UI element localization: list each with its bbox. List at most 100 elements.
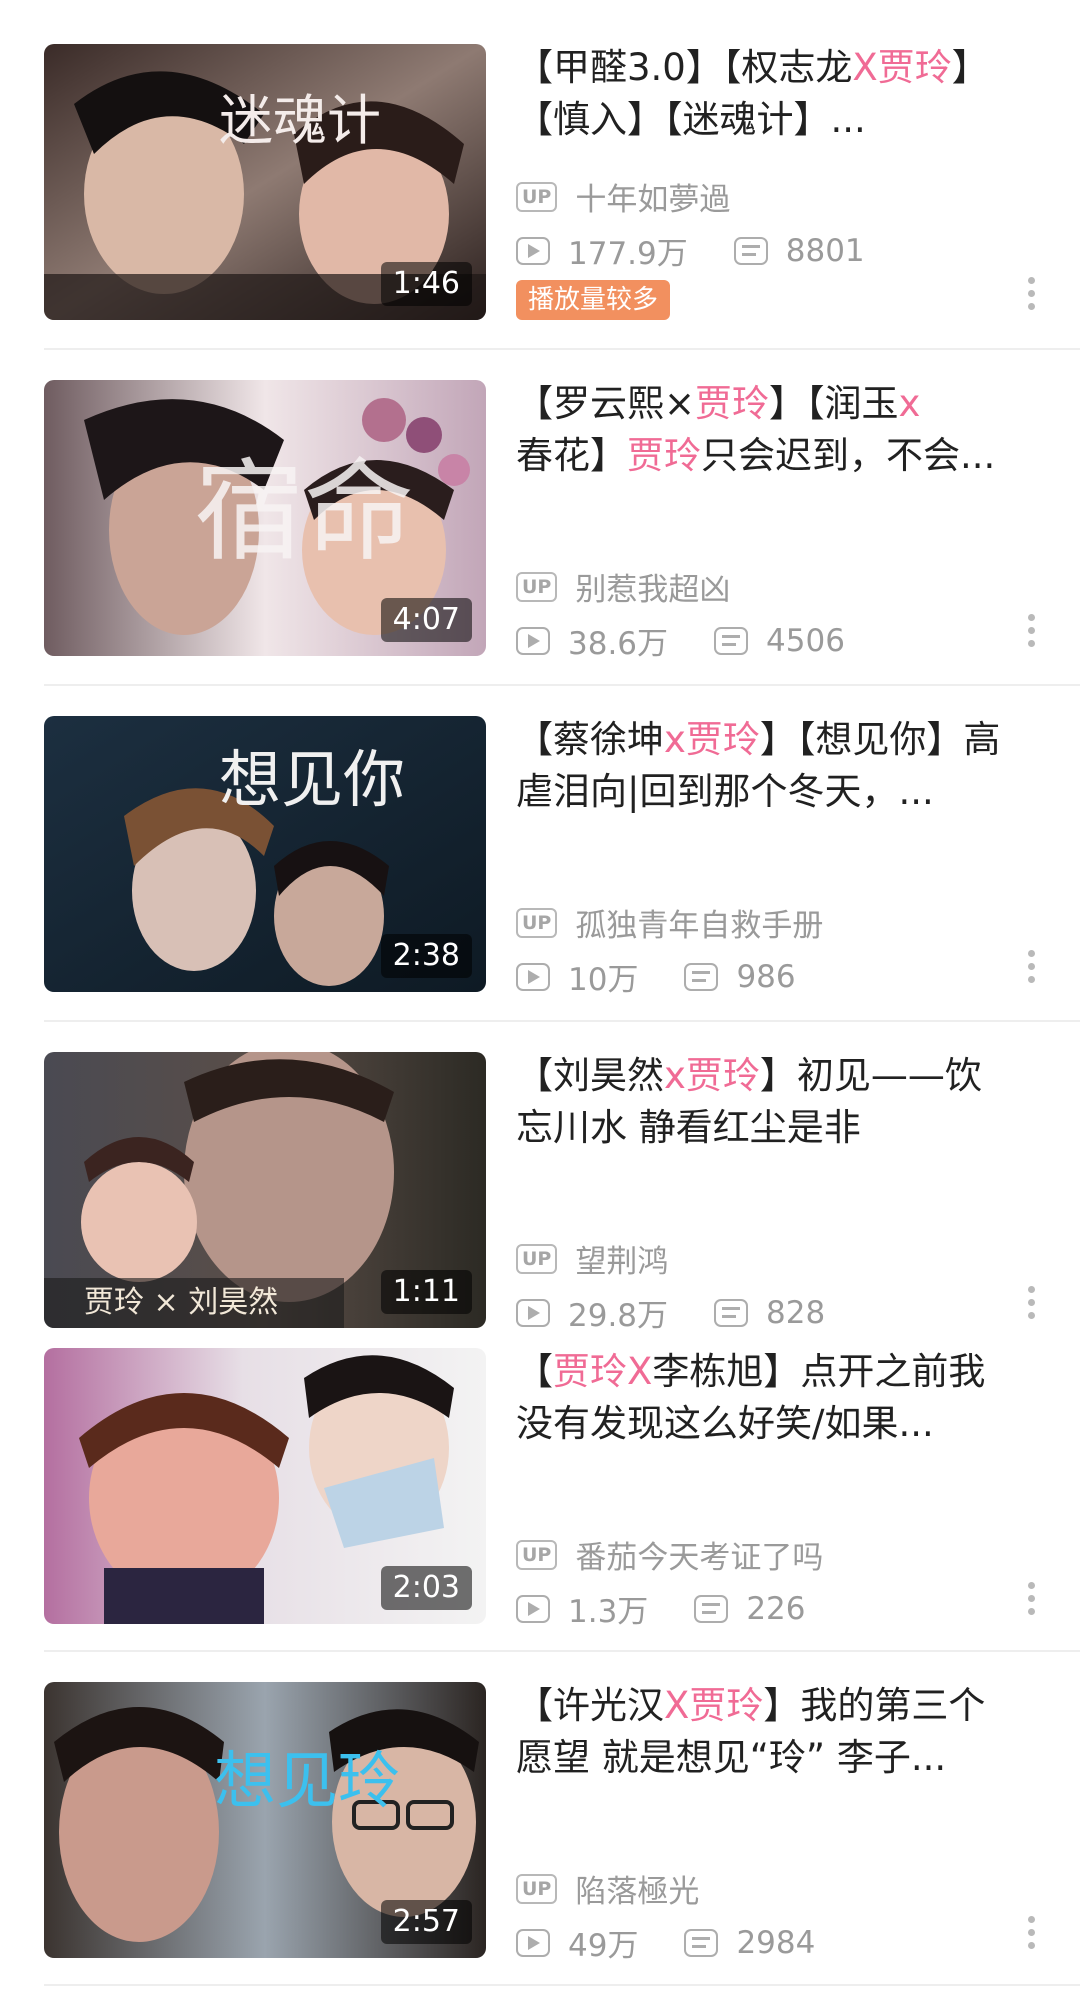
popular-badge: 播放量较多 bbox=[516, 280, 671, 320]
more-vertical-icon[interactable] bbox=[1028, 1286, 1036, 1325]
more-vertical-icon[interactable] bbox=[1028, 950, 1036, 989]
view-count: 10万 bbox=[568, 962, 639, 998]
video-item[interactable]: 想见玲 2:57 【许光汉X贾玲】我的第三个愿望 就是想见“玲” 李子... U… bbox=[0, 1682, 1080, 1982]
title-text: 【刘昊然 bbox=[516, 1054, 664, 1097]
video-thumbnail[interactable]: 迷魂计 1:46 bbox=[44, 44, 486, 320]
danmaku-count: 8801 bbox=[785, 232, 865, 269]
view-count: 38.6万 bbox=[568, 626, 669, 662]
video-thumbnail[interactable]: 贾玲 × 刘昊然 1:11 bbox=[44, 1052, 486, 1328]
title-text: 【 bbox=[516, 1350, 553, 1393]
up-badge-icon: UP bbox=[516, 181, 558, 212]
title-highlight: 贾玲 bbox=[627, 434, 701, 477]
uploader-name: 番茄今天考证了吗 bbox=[575, 1540, 824, 1576]
video-title[interactable]: 【甲醛3.0】【权志龙X贾玲】【慎入】【迷魂计】... bbox=[516, 42, 1016, 146]
danmaku-icon bbox=[714, 1298, 749, 1327]
divider bbox=[44, 684, 1080, 686]
thumbnail-caption: 宿命 bbox=[194, 448, 414, 576]
danmaku-count: 226 bbox=[746, 1590, 806, 1627]
play-icon bbox=[516, 1594, 550, 1623]
danmaku-icon bbox=[684, 962, 719, 991]
play-icon bbox=[516, 236, 550, 265]
title-highlight: X贾玲 bbox=[664, 1684, 764, 1727]
video-title[interactable]: 【蔡徐坤x贾玲】【想见你】高虐泪向|回到那个冬天，... bbox=[516, 714, 1016, 818]
danmaku-count: 828 bbox=[766, 1294, 826, 1331]
uploader-row[interactable]: UP 陷落極光 bbox=[516, 1866, 699, 1911]
title-text: 只会迟到，不会... bbox=[701, 434, 996, 477]
title-highlight: x贾玲 bbox=[664, 1054, 760, 1097]
video-title[interactable]: 【贾玲X李栋旭】点开之前我没有发现这么好笑/如果... bbox=[516, 1346, 1016, 1450]
uploader-name: 陷落極光 bbox=[575, 1874, 700, 1910]
play-icon bbox=[516, 962, 550, 991]
up-badge-icon: UP bbox=[516, 907, 558, 938]
title-highlight: x贾玲 bbox=[664, 718, 760, 761]
uploader-row[interactable]: UP 孤独青年自救手册 bbox=[516, 900, 823, 945]
video-item[interactable]: 贾玲 × 刘昊然 1:11 【刘昊然x贾玲】初见——饮忘川水 静看红尘是非 UP… bbox=[0, 1052, 1080, 1352]
view-count: 49万 bbox=[568, 1928, 639, 1964]
uploader-row[interactable]: UP 别惹我超凶 bbox=[516, 564, 730, 609]
title-highlight: 贾玲X bbox=[553, 1350, 653, 1393]
stats-row: 177.9万 8801 bbox=[516, 228, 865, 273]
danmaku-icon bbox=[714, 626, 749, 655]
thumbnail-caption: 想见你 bbox=[219, 743, 405, 816]
view-count: 177.9万 bbox=[568, 236, 688, 272]
title-text: 【罗云熙× bbox=[516, 382, 696, 425]
stats-row: 38.6万 4506 bbox=[516, 618, 845, 663]
danmaku-count: 986 bbox=[736, 958, 796, 995]
danmaku-count: 2984 bbox=[736, 1924, 816, 1961]
duration-label: 2:38 bbox=[380, 934, 472, 978]
stats-row: 49万 2984 bbox=[516, 1920, 815, 1965]
video-thumbnail[interactable]: 想见你 2:38 bbox=[44, 716, 486, 992]
video-item[interactable]: 宿命 4:07 【罗云熙×贾玲】【润玉x春花】贾玲只会迟到，不会... UP 别… bbox=[0, 380, 1080, 680]
divider bbox=[44, 1020, 1080, 1022]
uploader-name: 望荆鸿 bbox=[575, 1244, 669, 1280]
duration-label: 4:07 bbox=[380, 598, 472, 642]
video-title[interactable]: 【许光汉X贾玲】我的第三个愿望 就是想见“玲” 李子... bbox=[516, 1680, 1016, 1784]
title-highlight: X贾玲 bbox=[852, 46, 952, 89]
more-vertical-icon[interactable] bbox=[1028, 614, 1036, 653]
stats-row: 1.3万 226 bbox=[516, 1586, 805, 1631]
up-badge-icon: UP bbox=[516, 1243, 558, 1274]
danmaku-icon bbox=[733, 236, 768, 265]
title-text: 【许光汉 bbox=[516, 1684, 664, 1727]
title-text: 【蔡徐坤 bbox=[516, 718, 664, 761]
uploader-row[interactable]: UP 望荆鸿 bbox=[516, 1236, 668, 1281]
video-title[interactable]: 【刘昊然x贾玲】初见——饮忘川水 静看红尘是非 bbox=[516, 1050, 1016, 1154]
video-title[interactable]: 【罗云熙×贾玲】【润玉x春花】贾玲只会迟到，不会... bbox=[516, 378, 1016, 482]
more-vertical-icon[interactable] bbox=[1028, 1916, 1036, 1955]
video-item[interactable]: 想见你 2:38 【蔡徐坤x贾玲】【想见你】高虐泪向|回到那个冬天，... UP… bbox=[0, 716, 1080, 1016]
video-thumbnail[interactable]: 2:03 bbox=[44, 1348, 486, 1624]
play-icon bbox=[516, 1928, 550, 1957]
up-badge-icon: UP bbox=[516, 571, 558, 602]
danmaku-icon bbox=[684, 1928, 719, 1957]
play-icon bbox=[516, 626, 550, 655]
video-thumbnail[interactable]: 想见玲 2:57 bbox=[44, 1682, 486, 1958]
title-text: 】【润玉 bbox=[769, 382, 899, 425]
video-item[interactable]: 2:03 【贾玲X李栋旭】点开之前我没有发现这么好笑/如果... UP 番茄今天… bbox=[0, 1348, 1080, 1648]
up-badge-icon: UP bbox=[516, 1539, 558, 1570]
uploader-row[interactable]: UP 番茄今天考证了吗 bbox=[516, 1532, 823, 1577]
title-highlight: 贾玲 bbox=[695, 382, 770, 425]
view-count: 29.8万 bbox=[568, 1298, 669, 1334]
video-item[interactable]: 迷魂计 1:46 【甲醛3.0】【权志龙X贾玲】【慎入】【迷魂计】... UP … bbox=[0, 44, 1080, 344]
thumbnail-caption: 想见玲 bbox=[214, 1744, 400, 1817]
view-count: 1.3万 bbox=[568, 1594, 649, 1630]
duration-label: 1:11 bbox=[380, 1270, 472, 1314]
stats-row: 29.8万 828 bbox=[516, 1290, 825, 1335]
stats-row: 10万 986 bbox=[516, 954, 796, 999]
thumbnail-caption: 迷魂计 bbox=[219, 89, 381, 152]
title-text: 【甲醛3.0】【权志龙 bbox=[516, 46, 853, 89]
thumbnail-caption: 贾玲 × 刘昊然 bbox=[84, 1285, 278, 1320]
uploader-row[interactable]: UP 十年如夢過 bbox=[516, 174, 730, 219]
up-badge-icon: UP bbox=[516, 1873, 558, 1904]
more-vertical-icon[interactable] bbox=[1028, 1582, 1036, 1621]
duration-label: 1:46 bbox=[380, 262, 472, 306]
uploader-name: 别惹我超凶 bbox=[575, 572, 731, 608]
video-thumbnail[interactable]: 宿命 4:07 bbox=[44, 380, 486, 656]
title-text: 春花】 bbox=[516, 434, 627, 477]
danmaku-icon bbox=[694, 1594, 729, 1623]
danmaku-count: 4506 bbox=[766, 622, 845, 659]
duration-label: 2:57 bbox=[380, 1900, 472, 1944]
more-vertical-icon[interactable] bbox=[1028, 277, 1036, 316]
title-highlight: x bbox=[898, 382, 921, 425]
video-list: 迷魂计 1:46 【甲醛3.0】【权志龙X贾玲】【慎入】【迷魂计】... UP … bbox=[0, 0, 1080, 2003]
